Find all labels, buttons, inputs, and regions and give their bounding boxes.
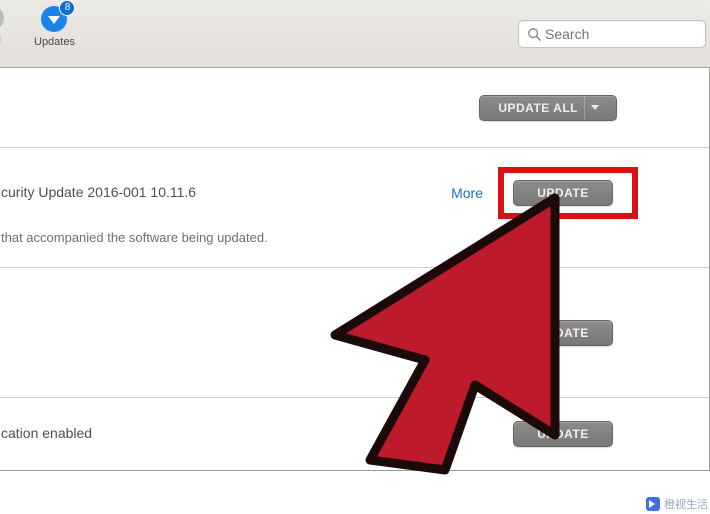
purchased-icon — [0, 6, 4, 30]
button-label: UPDATE — [537, 326, 588, 340]
update-item-security: curity Update 2016-001 10.11.6 More UPDA… — [0, 148, 709, 268]
updates-pane: UPDATE ALL curity Update 2016-001 10.11.… — [0, 68, 710, 471]
toolbar: sed 8 Updates — [0, 0, 710, 68]
button-label: UPDATE — [537, 186, 588, 200]
chevron-down-icon — [584, 96, 598, 120]
update-all-row: UPDATE ALL — [0, 68, 709, 148]
toolbar-tab-label: Updates — [34, 36, 75, 48]
toolbar-tab-label: sed — [0, 34, 1, 46]
search-field[interactable] — [518, 20, 706, 48]
toolbar-items: sed 8 Updates — [0, 6, 75, 48]
update-button[interactable]: UPDATE — [513, 421, 613, 447]
update-item-bottom: cation enabled UPDATE — [0, 398, 709, 470]
search-icon — [527, 27, 541, 41]
more-link[interactable]: More — [451, 185, 483, 201]
updates-icon: 8 — [41, 6, 67, 32]
watermark: 橙视生活 — [646, 496, 708, 512]
update-item-title: cation enabled — [1, 425, 92, 441]
search-input[interactable] — [545, 26, 697, 42]
update-button[interactable]: UPDATE — [513, 180, 613, 206]
button-label: UPDATE ALL — [498, 101, 578, 115]
button-label: UPDATE — [537, 427, 588, 441]
watermark-icon — [646, 497, 660, 511]
toolbar-tab-updates[interactable]: 8 Updates — [34, 6, 75, 48]
watermark-text: 橙视生活 — [664, 496, 708, 512]
update-item-title: curity Update 2016-001 10.11.6 — [1, 184, 196, 200]
update-item-middle: UPDATE — [0, 268, 709, 398]
update-all-button[interactable]: UPDATE ALL — [479, 95, 617, 121]
toolbar-tab-purchased[interactable]: sed — [0, 6, 4, 48]
updates-badge: 8 — [59, 0, 75, 16]
update-button[interactable]: UPDATE — [513, 320, 613, 346]
update-item-description: that accompanied the software being upda… — [0, 222, 681, 267]
